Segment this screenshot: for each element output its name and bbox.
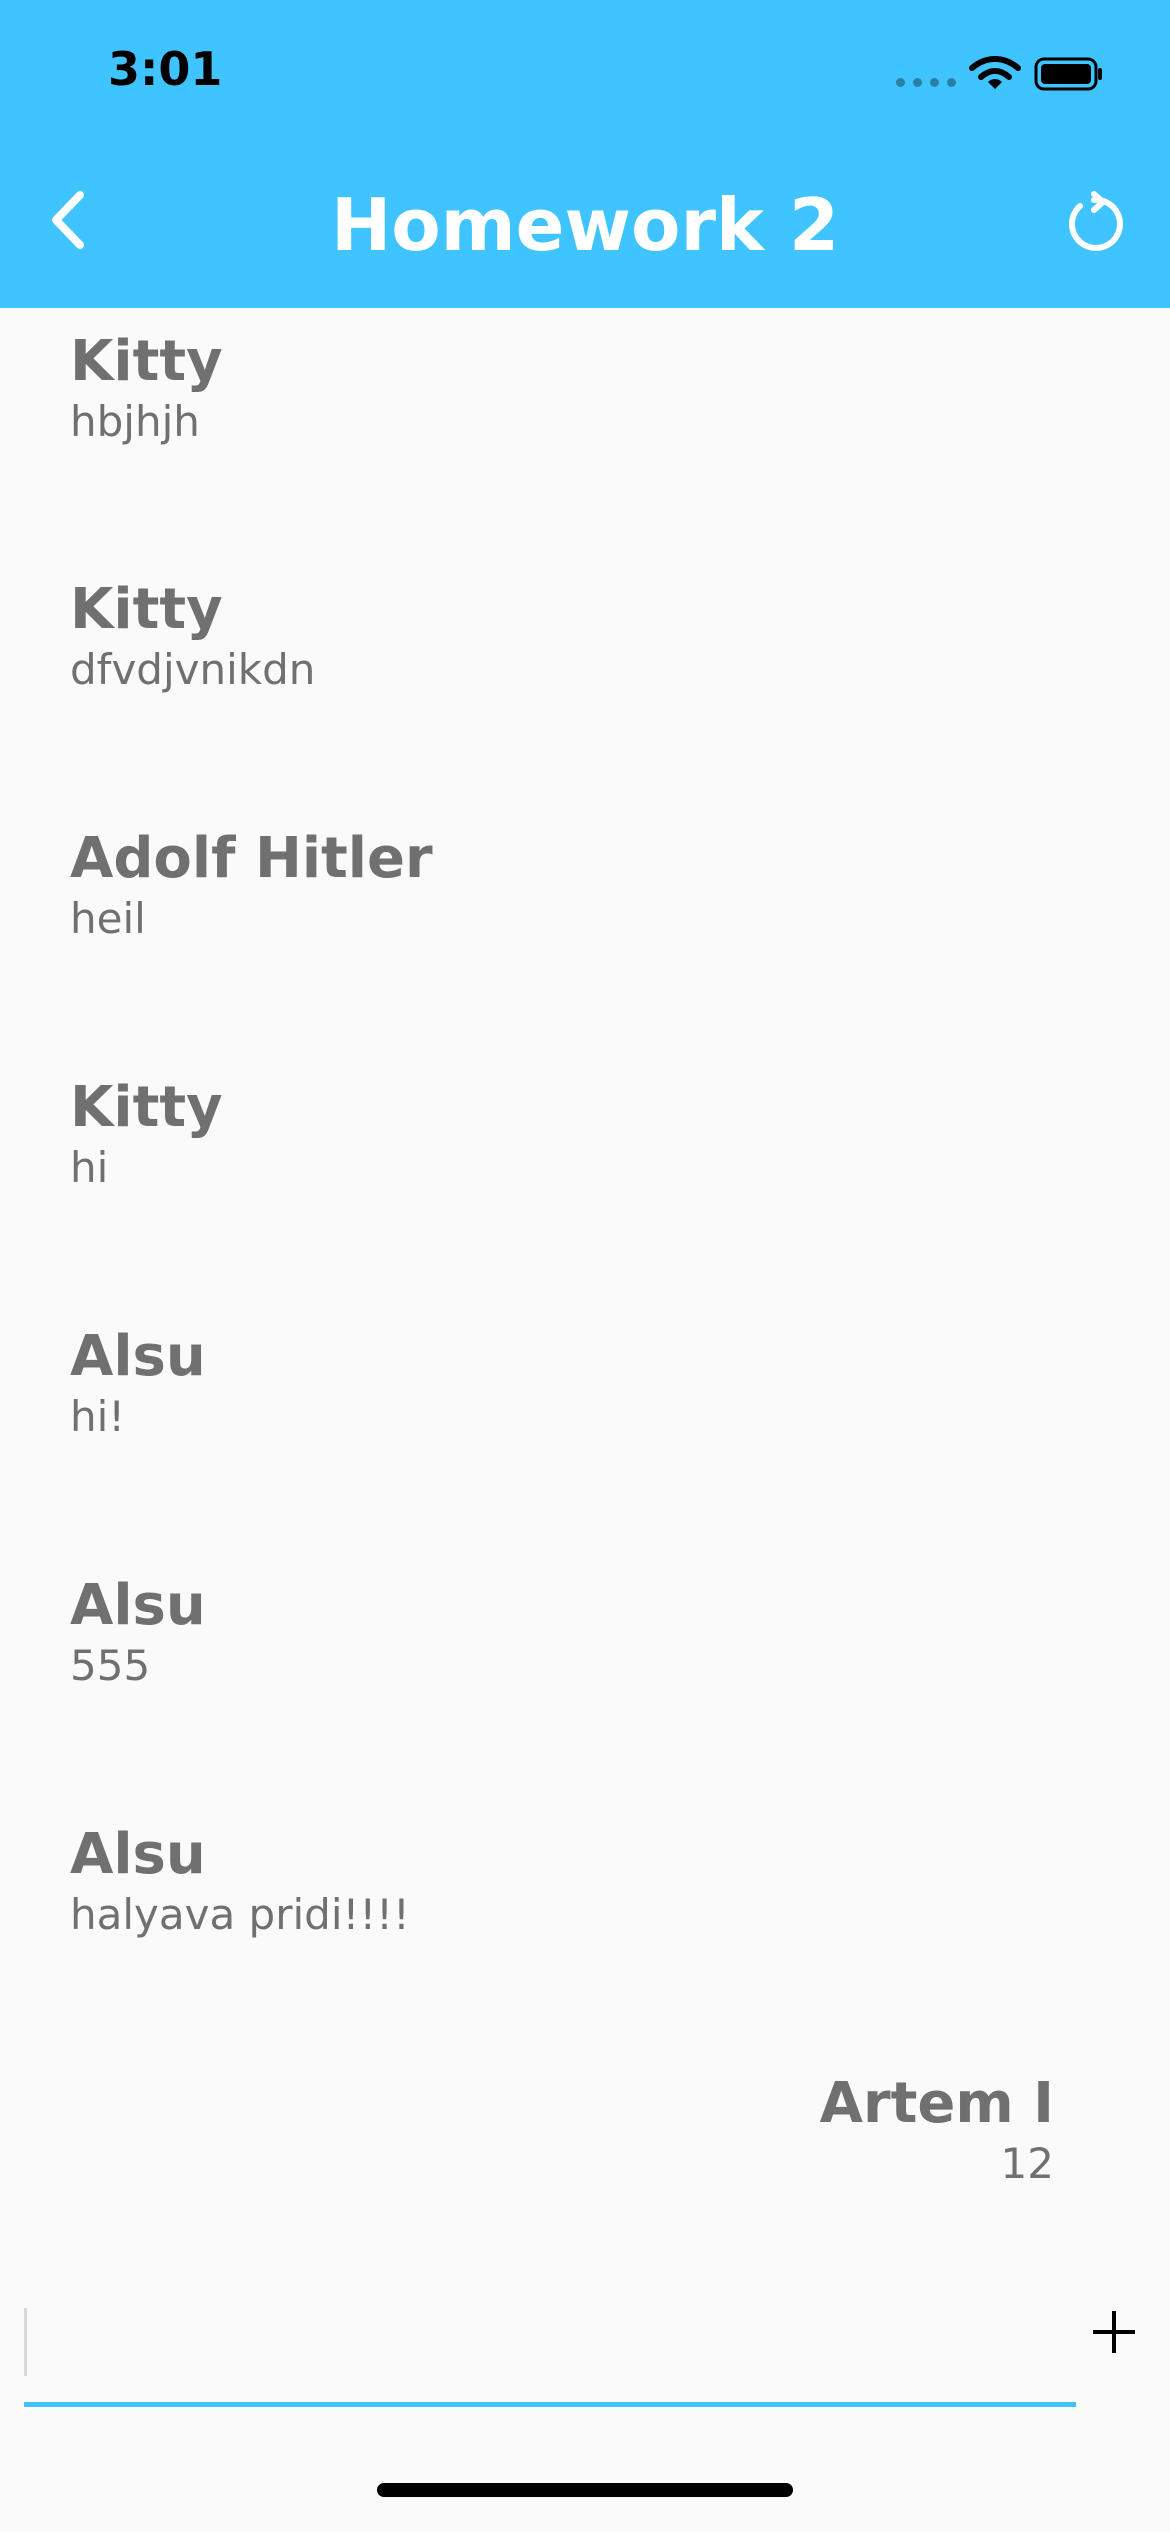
- message-text: hbjhjh: [70, 397, 200, 446]
- message-text: hi!: [70, 1392, 126, 1441]
- message-author: Adolf Hitler: [70, 826, 433, 891]
- plus-icon: [1093, 2311, 1135, 2353]
- message-author: Alsu: [70, 1573, 206, 1638]
- message-item: Kitty hbjhjh: [70, 330, 1070, 450]
- message-item: Adolf Hitler heil: [70, 827, 1070, 947]
- message-text: 555: [70, 1641, 151, 1690]
- message-author: Artem I: [819, 2071, 1054, 2136]
- message-author: Alsu: [70, 1324, 206, 1389]
- message-text: 12: [1000, 2139, 1054, 2188]
- signal-icon: [896, 78, 956, 87]
- home-indicator: [377, 2483, 793, 2497]
- refresh-button[interactable]: [1052, 182, 1136, 266]
- add-message-button[interactable]: [1072, 2290, 1156, 2374]
- page-title: Homework 2: [330, 183, 840, 267]
- message-item: Kitty dfvdjvnikdn: [70, 578, 1070, 698]
- message-author: Kitty: [70, 577, 223, 642]
- message-text: hi: [70, 1143, 109, 1192]
- input-underline: [24, 2402, 1076, 2407]
- battery-icon: [1034, 57, 1102, 91]
- refresh-icon: [1068, 191, 1123, 251]
- status-time: 3:01: [108, 42, 223, 96]
- status-icons: [896, 50, 1116, 100]
- message-item: Alsu halyava pridi!!!!: [70, 1823, 1070, 1943]
- message-composer: [24, 2300, 1076, 2410]
- message-text: halyava pridi!!!!: [70, 1890, 410, 1939]
- message-author: Alsu: [70, 1822, 206, 1887]
- app-bar: 3:01 Homework 2: [0, 0, 1170, 308]
- message-item: Kitty hi: [70, 1076, 1070, 1196]
- message-author: Kitty: [70, 329, 223, 394]
- text-cursor: [24, 2308, 27, 2376]
- message-text: dfvdjvnikdn: [70, 645, 316, 694]
- message-text: heil: [70, 894, 146, 943]
- wifi-icon: [969, 56, 1021, 89]
- message-item-own: Artem I 12: [54, 2072, 1054, 2192]
- message-input[interactable]: [24, 2300, 1074, 2400]
- message-author: Kitty: [70, 1075, 223, 1140]
- message-item: Alsu 555: [70, 1574, 1070, 1694]
- message-item: Alsu hi!: [70, 1325, 1070, 1445]
